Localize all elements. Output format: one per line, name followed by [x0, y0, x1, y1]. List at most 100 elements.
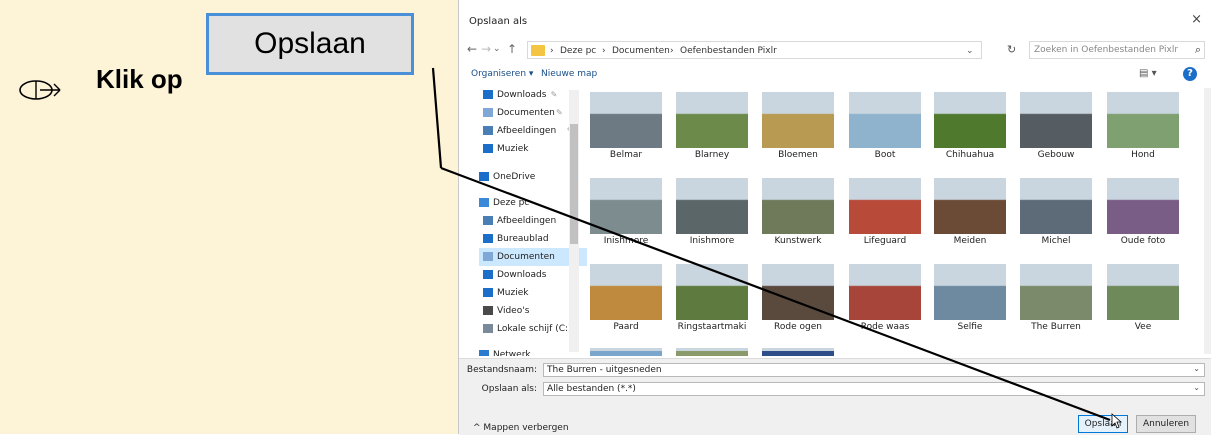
download-icon: [483, 90, 493, 99]
file-grid-scrollbar[interactable]: [1204, 88, 1211, 354]
back-arrow-icon[interactable]: ←: [467, 42, 477, 56]
file-thumbnail[interactable]: [587, 348, 665, 356]
filename-value: The Burren - uitgesneden: [547, 365, 662, 375]
breadcrumb-documenten[interactable]: Documenten: [612, 46, 670, 56]
file-thumbnail[interactable]: Rode ogen: [759, 264, 837, 332]
file-name: Bloemen: [778, 150, 818, 160]
nav-item-label: Documenten: [497, 108, 555, 118]
file-thumbnail[interactable]: Inishmore: [673, 178, 751, 246]
view-options-icon[interactable]: ▤ ▾: [1139, 68, 1157, 79]
file-thumbnail[interactable]: [673, 348, 751, 356]
mouse-click-icon: [19, 80, 61, 100]
nav-item-label: Bureaublad: [497, 234, 549, 244]
search-input[interactable]: Zoeken in Oefenbestanden Pixlr ⌕: [1029, 41, 1205, 59]
filetype-select[interactable]: Alle bestanden (*.*) ⌄: [543, 382, 1205, 396]
file-thumbnail[interactable]: Inishmore: [587, 178, 665, 246]
chevron-down-icon[interactable]: ⌄: [1193, 383, 1200, 392]
file-thumbnail[interactable]: Bloemen: [759, 92, 837, 160]
photo-thumbnail: [676, 92, 748, 148]
breadcrumb-sep: ›: [670, 46, 674, 56]
file-thumbnail[interactable]: [759, 348, 837, 356]
breadcrumb-deze-pc[interactable]: Deze pc: [560, 46, 596, 56]
nav-item-label: Documenten: [497, 252, 555, 262]
file-thumbnail[interactable]: Kunstwerk: [759, 178, 837, 246]
file-name: Vee: [1134, 322, 1152, 332]
address-bar[interactable]: › Deze pc › Documenten › Oefenbestanden …: [527, 41, 982, 59]
hide-folders-toggle[interactable]: ^ Mappen verbergen: [473, 423, 569, 433]
file-thumbnail[interactable]: Ringstaartmaki: [673, 264, 751, 332]
file-name: Selfie: [957, 322, 983, 332]
file-name: Belmar: [609, 150, 643, 160]
navigation-bar: ← → ⌄ ↑ › Deze pc › Documenten › Oefenbe…: [459, 38, 1211, 62]
file-name: Gebouw: [1037, 150, 1075, 160]
nav-item-label: Afbeeldingen: [497, 126, 557, 136]
pictures-icon: [483, 216, 493, 225]
breadcrumb-sep: ›: [602, 46, 606, 56]
save-button[interactable]: Opslaan: [1078, 415, 1128, 433]
close-icon[interactable]: ×: [1191, 12, 1202, 27]
breadcrumb-oefenbestanden[interactable]: Oefenbestanden Pixlr: [680, 46, 777, 56]
file-thumbnail[interactable]: The Burren: [1017, 264, 1095, 332]
photo-thumbnail: [590, 178, 662, 234]
file-thumbnail[interactable]: Michel: [1017, 178, 1095, 246]
cancel-button[interactable]: Annuleren: [1136, 415, 1196, 433]
file-thumbnail[interactable]: Meiden: [931, 178, 1009, 246]
search-icon: ⌕: [1194, 43, 1201, 56]
nav-item-label: Deze pc: [493, 198, 530, 208]
forward-arrow-icon[interactable]: →: [481, 42, 491, 56]
nav-item-label: Downloads: [497, 90, 547, 100]
file-thumbnail[interactable]: Paard: [587, 264, 665, 332]
file-thumbnail[interactable]: Rode waas: [846, 264, 924, 332]
photo-thumbnail: [762, 264, 834, 320]
nav-item-label: OneDrive: [493, 172, 536, 182]
nav-pane-scrollbar[interactable]: [569, 90, 579, 352]
photo-thumbnail: [934, 178, 1006, 234]
file-name: Inishmore: [689, 236, 735, 246]
music-icon: [483, 144, 493, 153]
chevron-down-icon[interactable]: ⌄: [1193, 364, 1200, 373]
file-thumbnail[interactable]: Chihuahua: [931, 92, 1009, 160]
organize-menu[interactable]: Organiseren ▾: [471, 69, 533, 79]
help-icon[interactable]: ?: [1183, 67, 1197, 81]
file-name: Chihuahua: [945, 150, 995, 160]
document-icon: [483, 108, 493, 117]
photo-thumbnail: [1107, 92, 1179, 148]
save-form: Bestandsnaam: The Burren - uitgesneden ⌄…: [459, 358, 1211, 435]
file-thumbnail[interactable]: Hond: [1104, 92, 1182, 160]
filename-field[interactable]: The Burren - uitgesneden ⌄: [543, 363, 1205, 377]
file-name: Rode waas: [860, 322, 910, 332]
scrollbar-thumb[interactable]: [570, 124, 578, 244]
file-thumbnail[interactable]: Gebouw: [1017, 92, 1095, 160]
filetype-value: Alle bestanden (*.*): [547, 384, 636, 394]
photo-thumbnail: [1107, 264, 1179, 320]
photo-thumbnail: [676, 178, 748, 234]
desktop-icon: [483, 234, 493, 243]
photo-thumbnail: [1020, 264, 1092, 320]
recent-locations-icon[interactable]: ⌄: [493, 44, 501, 54]
pictures-icon: [483, 126, 493, 135]
file-thumbnail[interactable]: Belmar: [587, 92, 665, 160]
new-folder-button[interactable]: Nieuwe map: [541, 69, 597, 79]
photo-thumbnail: [676, 348, 748, 356]
file-thumbnail[interactable]: Selfie: [931, 264, 1009, 332]
file-name: Kunstwerk: [774, 236, 822, 246]
file-thumbnail[interactable]: Blarney: [673, 92, 751, 160]
photo-thumbnail: [1107, 178, 1179, 234]
refresh-icon[interactable]: ↻: [1007, 43, 1016, 56]
address-dropdown-icon[interactable]: ⌄: [966, 46, 974, 56]
file-thumbnail[interactable]: Oude foto: [1104, 178, 1182, 246]
video-icon: [483, 306, 493, 315]
file-name: Lifeguard: [863, 236, 907, 246]
file-thumbnail[interactable]: Vee: [1104, 264, 1182, 332]
file-thumbnail[interactable]: Boot: [846, 92, 924, 160]
save-as-dialog: Opslaan als × ← → ⌄ ↑ › Deze pc › Docume…: [458, 0, 1211, 435]
up-arrow-icon[interactable]: ↑: [507, 42, 517, 56]
photo-thumbnail: [590, 348, 662, 356]
cloud-icon: [479, 172, 489, 181]
photo-thumbnail: [762, 348, 834, 356]
nav-item-label: Muziek: [497, 288, 529, 298]
toolbar: Organiseren ▾ Nieuwe map ▤ ▾ ?: [459, 66, 1211, 86]
highlighted-save-button: Opslaan: [206, 13, 414, 75]
download-icon: [483, 270, 493, 279]
file-thumbnail[interactable]: Lifeguard: [846, 178, 924, 246]
